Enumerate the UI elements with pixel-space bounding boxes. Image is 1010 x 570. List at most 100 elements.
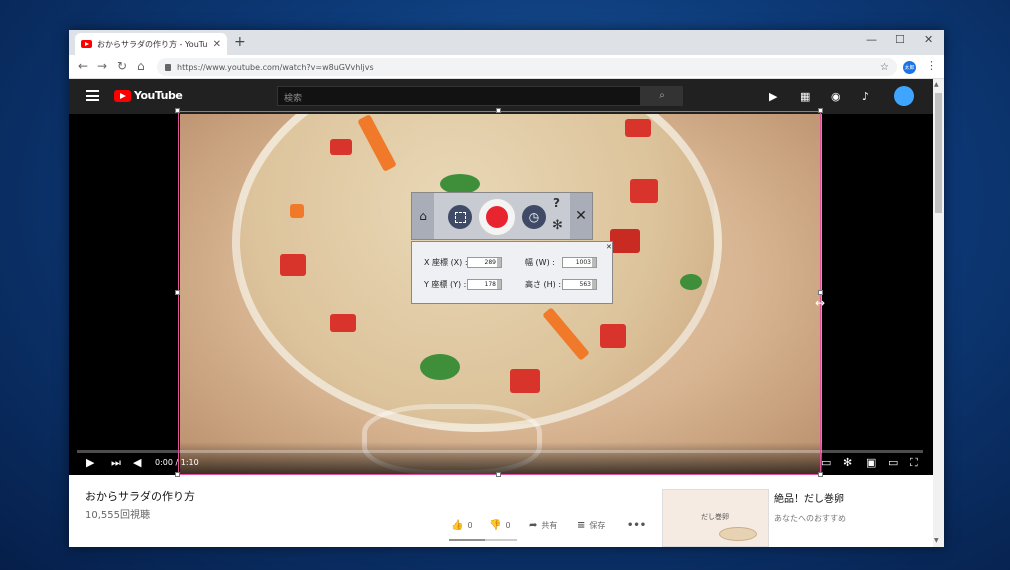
resize-handle-bottom-right[interactable] [818, 472, 823, 477]
more-icon: ••• [627, 520, 647, 531]
youtube-play-logo-icon [114, 89, 131, 102]
time-current: 0:00 [155, 458, 173, 467]
bookmark-star-icon[interactable]: ☆ [880, 62, 889, 73]
messages-icon[interactable]: ◉ [831, 90, 841, 103]
w-value: 1003 [575, 259, 591, 266]
new-tab-button[interactable]: + [234, 34, 246, 50]
like-button[interactable]: 👍 0 [451, 520, 473, 531]
y-field[interactable]: 178 [467, 279, 502, 290]
thumbnail-plate [719, 527, 757, 541]
maximize-icon[interactable]: ☐ [895, 33, 905, 46]
resize-handle-bottom[interactable] [496, 472, 501, 477]
h-spinner-icon[interactable] [592, 280, 596, 289]
h-field[interactable]: 563 [562, 279, 597, 290]
x-field[interactable]: 289 [467, 257, 502, 268]
playlist-add-icon: ≡ [577, 520, 586, 531]
resize-handle-bottom-left[interactable] [175, 472, 180, 477]
dislike-count: 0 [505, 521, 511, 530]
back-icon[interactable]: ← [78, 59, 88, 73]
panel-close-icon[interactable]: ✕ [606, 243, 612, 251]
create-video-icon[interactable]: ▶ [769, 90, 777, 103]
browser-tab[interactable]: おからサラダの作り方 - YouTube ✕ [75, 33, 227, 55]
settings-gear-icon[interactable]: ✻ [843, 456, 852, 469]
record-button[interactable] [478, 198, 516, 236]
view-count: 10,555回視聴 [85, 510, 150, 521]
thumbnail-text: だし巻卵 [701, 513, 729, 521]
share-label: 共有 [541, 521, 558, 530]
w-label: 幅 (W) : [525, 258, 555, 267]
toolbar-close-icon[interactable]: ✕ [570, 193, 592, 239]
more-actions-button[interactable]: ••• [627, 520, 646, 531]
minimize-icon[interactable]: — [866, 33, 877, 46]
y-label: Y 座標 (Y) : [424, 280, 467, 289]
w-field[interactable]: 1003 [562, 257, 597, 268]
timer-clock-icon[interactable]: ◷ [522, 205, 546, 229]
y-spinner-icon[interactable] [497, 280, 501, 289]
notifications-bell-icon[interactable]: ♪ [862, 90, 869, 103]
save-button[interactable]: ≡ 保存 [577, 520, 605, 531]
scrollbar-thumb[interactable] [935, 93, 942, 213]
video-title: おからサラダの作り方 [85, 490, 195, 503]
record-icon [486, 206, 508, 228]
help-icon[interactable]: ? [553, 196, 560, 210]
thumbs-up-icon: 👍 [451, 520, 464, 531]
volume-icon[interactable]: ◀ [133, 456, 141, 469]
hamburger-menu-icon[interactable] [86, 90, 99, 101]
miniplayer-icon[interactable]: ▣ [866, 456, 876, 469]
thumbs-down-icon: 👎 [489, 520, 502, 531]
theater-mode-icon[interactable]: ▭ [888, 456, 898, 469]
resize-handle-top-right[interactable] [818, 108, 823, 113]
x-label: X 座標 (X) : [424, 258, 468, 267]
dislike-button[interactable]: 👎 0 [489, 520, 511, 531]
play-icon[interactable]: ▶ [86, 456, 94, 469]
h-label: 高さ (H) : [525, 280, 562, 289]
like-ratio-bar [449, 539, 517, 541]
tab-strip: おからサラダの作り方 - YouTube ✕ + — ☐ ✕ [69, 30, 944, 55]
share-button[interactable]: ➦ 共有 [529, 520, 557, 531]
share-icon: ➦ [529, 520, 538, 531]
region-select-icon [454, 211, 466, 223]
scroll-up-icon[interactable]: ▲ [934, 81, 939, 88]
y-value: 178 [484, 281, 496, 288]
resize-handle-left[interactable] [175, 290, 180, 295]
url-input[interactable]: https://www.youtube.com/watch?v=w8uGVvhl… [157, 58, 897, 76]
resize-cursor-icon: ↔ [815, 296, 826, 310]
search-button[interactable]: ⌕ [641, 86, 683, 106]
youtube-header: YouTube 検索 ⌕ ▶ ▦ ◉ ♪ [69, 79, 933, 114]
home-icon[interactable]: ⌂ [412, 193, 434, 239]
page-scrollbar[interactable]: ▲ ▼ [933, 79, 944, 547]
recommended-thumbnail[interactable]: だし巻卵 [662, 489, 769, 547]
scroll-down-icon[interactable]: ▼ [934, 537, 939, 544]
profile-avatar[interactable]: 太郎 [903, 61, 916, 74]
youtube-favicon-icon [81, 40, 92, 48]
account-avatar[interactable] [894, 86, 914, 106]
youtube-logo[interactable]: YouTube [114, 89, 183, 102]
forward-icon[interactable]: → [97, 59, 107, 73]
window-close-icon[interactable]: ✕ [924, 33, 933, 46]
url-text: https://www.youtube.com/watch?v=w8uGVvhl… [177, 62, 374, 72]
subtitles-icon[interactable]: ▭ [821, 456, 831, 469]
tab-close-icon[interactable]: ✕ [213, 39, 221, 50]
recommended-title[interactable]: 絶品！だし巻卵 [774, 490, 844, 505]
like-count: 0 [467, 521, 473, 530]
settings-gear-icon[interactable]: ✻ [552, 218, 563, 233]
address-bar-row: ← → ↻ ⌂ https://www.youtube.com/watch?v=… [69, 55, 944, 79]
resize-handle-right[interactable] [818, 290, 823, 295]
home-icon[interactable]: ⌂ [137, 59, 145, 73]
x-spinner-icon[interactable] [497, 258, 501, 267]
x-value: 289 [484, 259, 496, 266]
resize-handle-top-left[interactable] [175, 108, 180, 113]
resize-handle-top[interactable] [496, 108, 501, 113]
reload-icon[interactable]: ↻ [117, 59, 127, 73]
coordinates-panel: ✕ X 座標 (X) : 289 幅 (W) : 1003 Y 座標 (Y) :… [411, 241, 613, 304]
next-icon[interactable]: ⏭ [111, 456, 121, 470]
browser-menu-icon[interactable]: ⋮ [926, 59, 937, 72]
search-input[interactable]: 検索 [277, 86, 641, 106]
w-spinner-icon[interactable] [592, 258, 596, 267]
fullscreen-icon[interactable]: ⛶ [910, 456, 918, 470]
recommended-subtitle: あなたへのおすすめ [774, 514, 846, 523]
region-select-button[interactable] [448, 205, 472, 229]
lock-icon [165, 63, 171, 71]
tab-title: おからサラダの作り方 - YouTube [97, 39, 208, 49]
apps-grid-icon[interactable]: ▦ [800, 90, 810, 103]
